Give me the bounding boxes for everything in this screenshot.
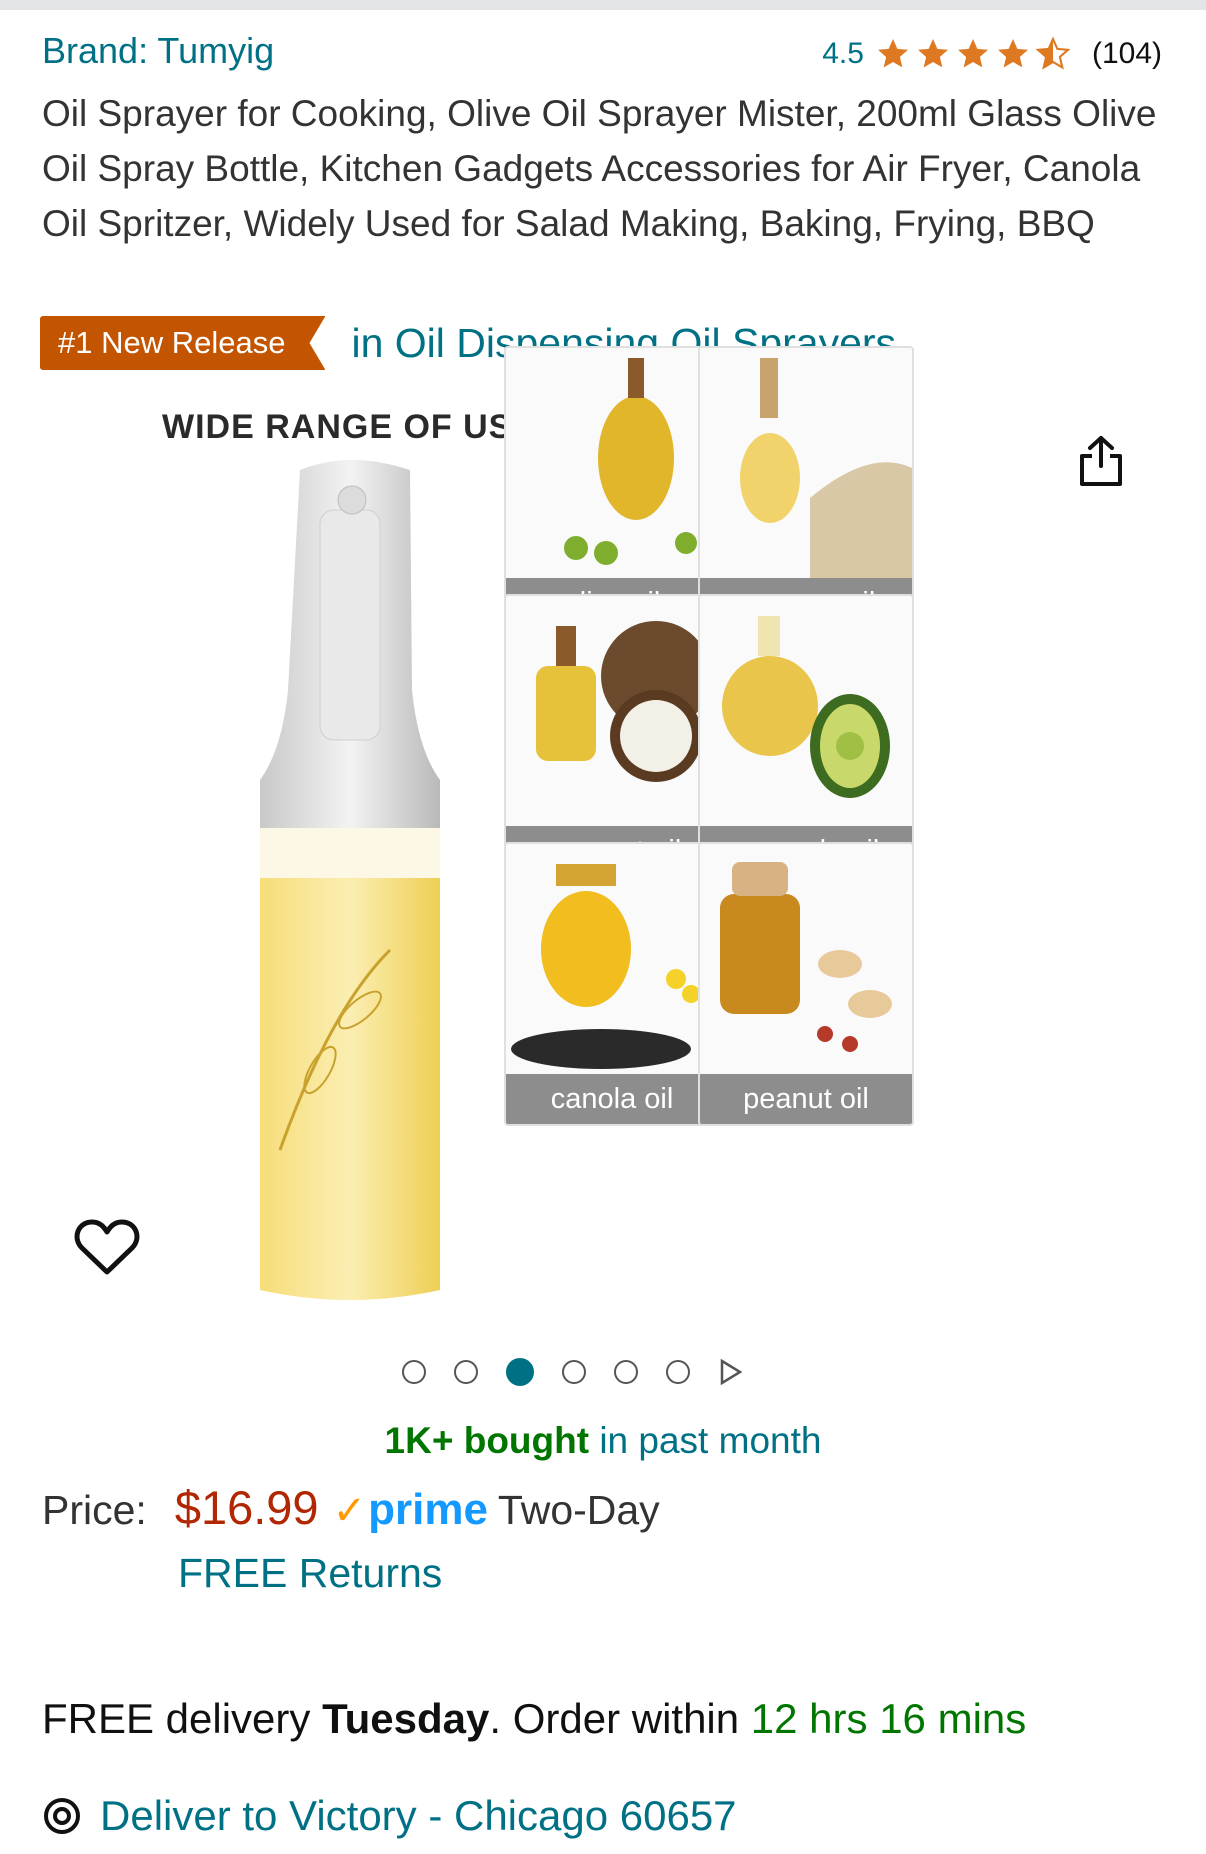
price-value: $16.99 (174, 1481, 319, 1534)
avocado-oil-icon (722, 616, 890, 798)
top-bar (0, 0, 1206, 10)
heart-icon[interactable] (74, 1218, 140, 1276)
tile-olive-oil: olive oil (504, 346, 720, 630)
star-icon (877, 39, 908, 68)
pagination-dot[interactable] (454, 1360, 478, 1384)
pagination-dot[interactable] (506, 1358, 534, 1386)
new-release-badge: #1 New Release (40, 316, 325, 370)
brand-link[interactable]: Brand: Tumyig (42, 30, 274, 72)
delivery-prefix: FREE delivery (42, 1695, 323, 1742)
canola-oil-icon (511, 864, 700, 1069)
tile-canola-oil: canola oil (504, 842, 720, 1126)
star-icon (957, 39, 988, 68)
delivery-day: Tuesday (322, 1695, 490, 1742)
image-caption: WIDE RANGE OF USES (162, 408, 560, 446)
pagination-dot[interactable] (666, 1360, 690, 1384)
gallery-pagination[interactable] (402, 1358, 744, 1386)
price-label: Price: (42, 1487, 147, 1533)
product-title: Oil Sprayer for Cooking, Olive Oil Spray… (42, 93, 1157, 244)
price-row: Price: $16.99 ✓ prime Two-Day (42, 1480, 660, 1535)
rating-stars (874, 36, 1072, 72)
delivery-countdown: 12 hrs 16 mins (750, 1695, 1027, 1742)
prime-text: prime (368, 1485, 488, 1534)
prime-logo: ✓ prime (333, 1485, 488, 1535)
rating-value: 4.5 (822, 37, 864, 70)
coconut-oil-icon (536, 621, 711, 782)
free-returns-link[interactable]: FREE Returns (178, 1550, 442, 1597)
check-icon: ✓ (332, 1489, 367, 1533)
tile-sesame-oil: sesame oil (698, 346, 914, 630)
tile-coconut-oil: coconut oil (504, 594, 720, 878)
bought-count: 1K+ bought in past month (0, 1420, 1206, 1462)
peanut-oil-icon (720, 862, 892, 1052)
tile-label: peanut oil (700, 1074, 912, 1124)
product-bottle-image (260, 460, 440, 1300)
shipping-speed: Two-Day (497, 1487, 660, 1533)
tile-peanut-oil: peanut oil (698, 842, 914, 1126)
deliver-to-link[interactable]: Deliver to Victory - Chicago 60657 (42, 1792, 737, 1840)
rating-summary[interactable]: 4.5 (104) (822, 36, 1162, 72)
pagination-dot[interactable] (402, 1360, 426, 1384)
pagination-dot[interactable] (562, 1360, 586, 1384)
pagination-dot[interactable] (614, 1360, 638, 1384)
star-half-icon (1035, 36, 1071, 70)
share-icon[interactable] (1078, 434, 1124, 488)
sesame-oil-icon (740, 358, 912, 578)
tile-label: canola oil (506, 1074, 718, 1124)
delivery-message: FREE delivery Tuesday. Order within 12 h… (42, 1695, 1026, 1743)
tile-avocado-oil: avocado oil (698, 594, 914, 878)
location-pin-icon (44, 1798, 80, 1834)
play-next-icon[interactable] (718, 1358, 744, 1386)
star-icon (917, 39, 948, 68)
bought-suffix: in past month (589, 1420, 822, 1461)
delivery-mid: . Order within (489, 1695, 751, 1742)
star-icon (997, 39, 1028, 68)
bought-number: 1K+ bought (384, 1420, 590, 1461)
review-count: (104) (1091, 37, 1162, 70)
olive-oil-icon (564, 358, 697, 565)
deliver-to-text: Deliver to Victory - Chicago 60657 (100, 1792, 737, 1839)
